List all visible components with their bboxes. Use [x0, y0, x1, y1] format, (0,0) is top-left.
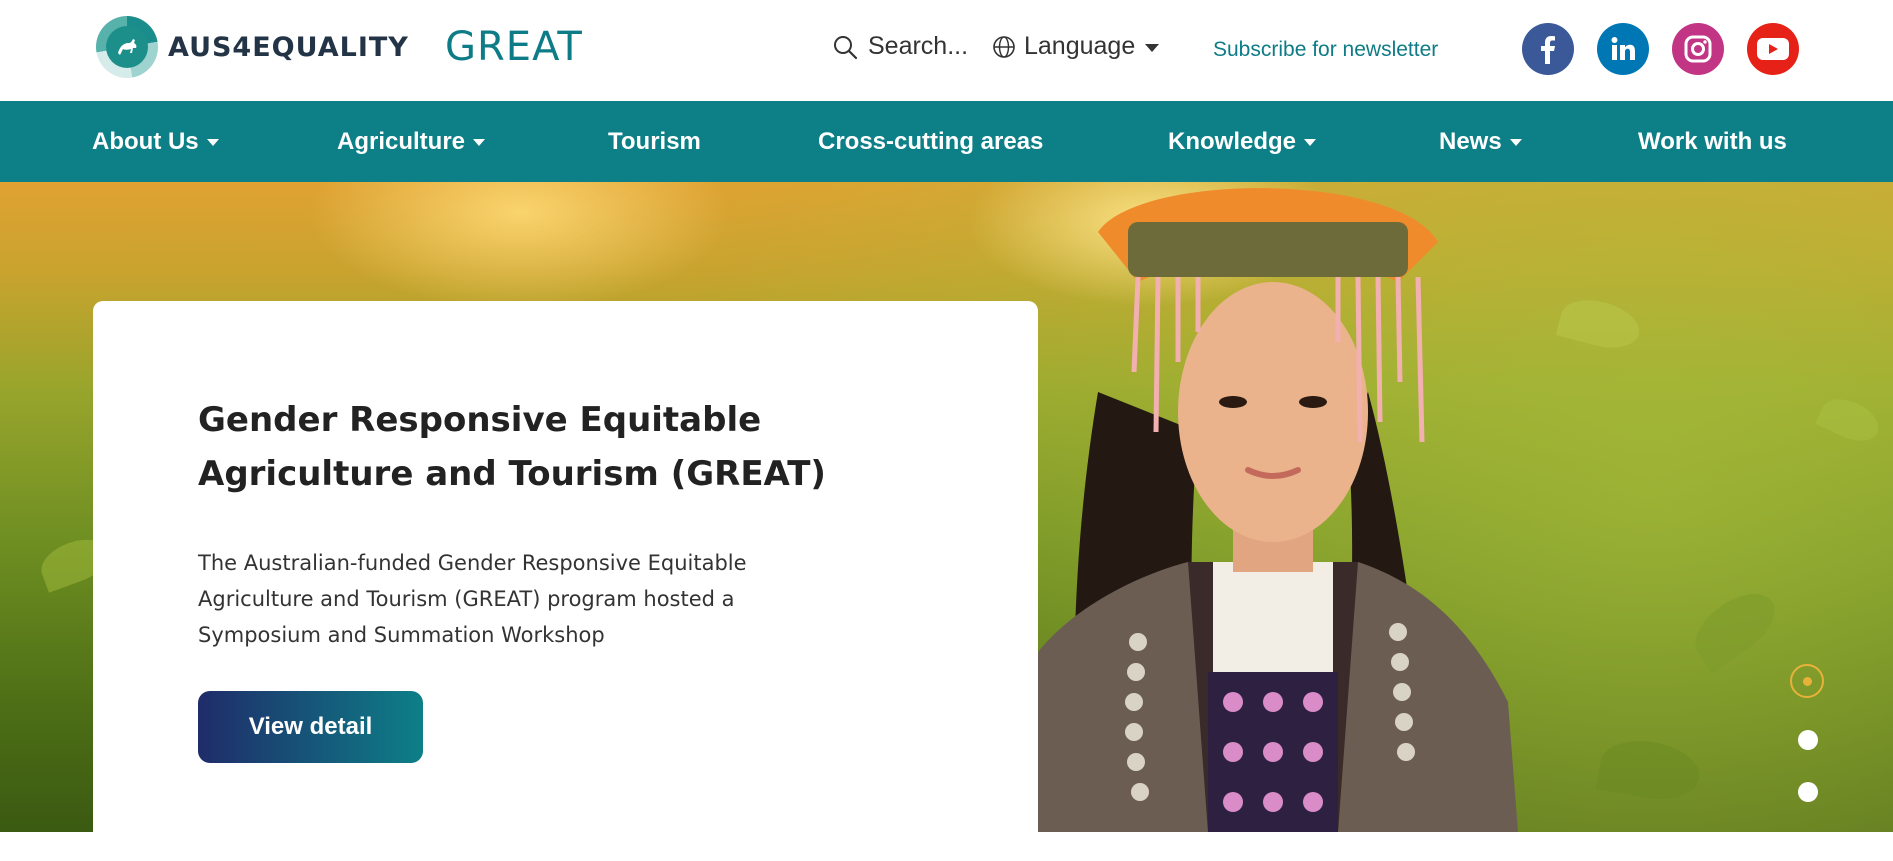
search-icon [834, 35, 858, 59]
hero-content-card: Gender Responsive Equitable Agriculture … [93, 301, 1038, 861]
nav-label: Work with us [1638, 127, 1787, 155]
nav-item-cross-cutting-areas[interactable]: Cross-cutting areas [818, 101, 1043, 182]
great-logo[interactable]: GREAT [445, 24, 583, 70]
nav-label: Cross-cutting areas [818, 127, 1044, 155]
nav-label: About Us [92, 127, 199, 155]
hero-photo-girl [1038, 188, 1518, 832]
view-detail-button[interactable]: View detail [198, 691, 423, 763]
nav-label: Tourism [608, 127, 701, 155]
background-leaf [1555, 292, 1645, 356]
nav-label: News [1439, 127, 1502, 155]
nav-item-news[interactable]: News [1439, 101, 1522, 182]
chevron-down-icon [1304, 139, 1317, 146]
nav-item-tourism[interactable]: Tourism [608, 101, 701, 182]
slider-dot[interactable] [1798, 782, 1818, 802]
instagram-icon[interactable] [1672, 23, 1724, 75]
main-navigation: About Us Agriculture Tourism Cross-cutti… [0, 101, 1893, 182]
slider-dot[interactable] [1798, 730, 1818, 750]
language-label: Language [1024, 32, 1136, 60]
facebook-icon[interactable] [1522, 23, 1574, 75]
nav-item-knowledge[interactable]: Knowledge [1168, 101, 1317, 182]
chevron-down-icon [1509, 139, 1522, 146]
aus4equality-logo[interactable]: AUS4EQUALITY [96, 16, 409, 78]
hero-title: Gender Responsive Equitable Agriculture … [198, 400, 826, 494]
chevron-down-icon [206, 139, 219, 146]
nav-item-about-us[interactable]: About Us [92, 101, 219, 182]
hero-description: The Australian-funded Gender Responsive … [198, 551, 747, 647]
background-leaf [1683, 580, 1787, 674]
nav-label: Agriculture [337, 127, 466, 155]
great-logo-text: GREAT [445, 24, 583, 70]
background-leaf [1595, 733, 1705, 807]
nav-label: Knowledge [1168, 127, 1297, 155]
youtube-icon[interactable] [1747, 23, 1799, 75]
globe-icon [993, 35, 1015, 58]
linkedin-icon[interactable] [1597, 23, 1649, 75]
nav-item-work-with-us[interactable]: Work with us [1638, 101, 1787, 182]
aus4equality-logo-text: AUS4EQUALITY [168, 31, 409, 63]
slider-dot-active[interactable] [1790, 664, 1824, 698]
nav-item-agriculture[interactable]: Agriculture [337, 101, 486, 182]
top-header: AUS4EQUALITY GREAT Search... Language Su… [0, 0, 1893, 101]
chevron-down-icon [473, 139, 486, 146]
language-selector[interactable]: Language [992, 32, 1160, 61]
search-box[interactable]: Search... [832, 32, 968, 61]
chevron-down-icon [1145, 43, 1160, 52]
kangaroo-logo-icon [96, 16, 158, 78]
subscribe-newsletter-link[interactable]: Subscribe for newsletter [1213, 38, 1438, 62]
search-placeholder: Search... [868, 32, 969, 60]
background-leaf [1815, 391, 1885, 449]
